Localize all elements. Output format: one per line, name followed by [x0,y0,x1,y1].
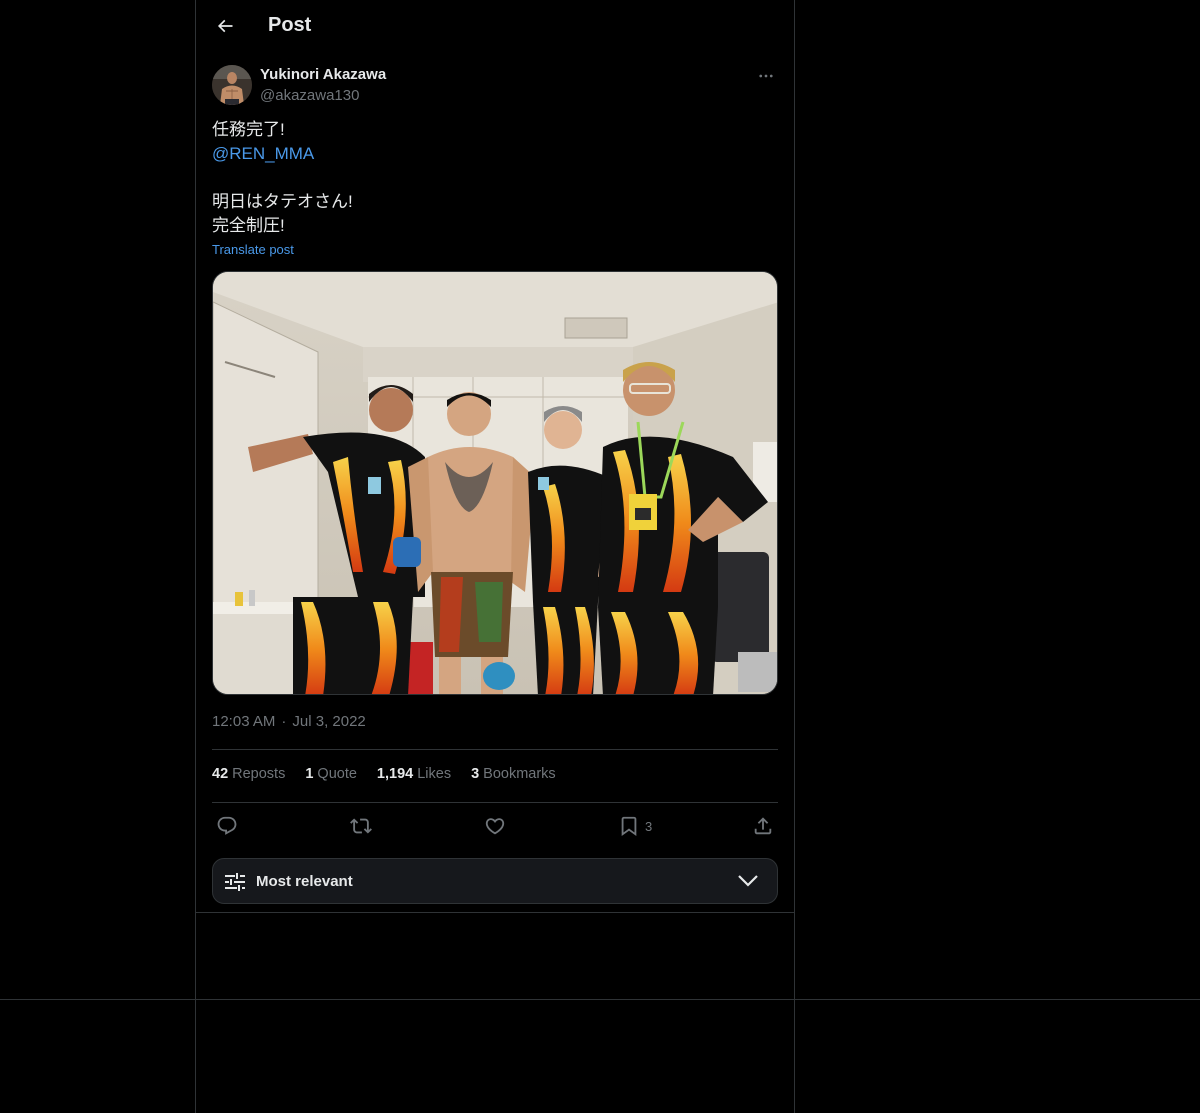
column-divider [195,912,795,913]
likes-stat[interactable]: 1,194 Likes [377,766,451,788]
back-button[interactable] [208,9,242,43]
page: Post Yukinori Akazawa @akazawa130 任務完了! … [0,0,1200,1113]
bookmarks-stat[interactable]: 3 Bookmarks [471,766,556,788]
more-button[interactable] [754,64,778,88]
author-handle[interactable]: @akazawa130 [260,87,359,104]
post-time[interactable]: 12:03 AM [212,713,275,730]
like-button[interactable] [484,812,506,840]
sliders-icon [225,873,245,891]
bookmark-button[interactable]: 3 [618,812,652,840]
repost-button[interactable] [350,812,372,840]
mention-link[interactable]: @REN_MMA [212,142,778,166]
avatar[interactable] [212,65,252,105]
post-date[interactable]: Jul 3, 2022 [292,713,365,730]
stats-divider-bottom [212,802,778,803]
repost-icon [350,818,372,834]
photo-image [213,272,777,694]
post-stats: 42 Reposts 1 Quote 1,194 Likes 3 Bookmarks [212,766,576,788]
stats-divider-top [212,749,778,750]
post-text-line: 明日はタテオさん! [212,192,353,211]
quotes-label: Quote [317,766,357,782]
likes-count: 1,194 [376,766,414,782]
quotes-stat[interactable]: 1 Quote [305,766,357,788]
post-text-line: 完全制圧! [212,216,285,235]
sort-label: Most relevant [256,873,353,890]
chevron-down-icon [738,875,758,887]
post-author: Yukinori Akazawa @akazawa130 [212,64,778,108]
reply-sort-dropdown[interactable]: Most relevant [212,858,778,904]
reposts-label: Reposts [232,766,286,782]
post-photo[interactable] [212,271,778,695]
reposts-stat[interactable]: 42 Reposts [212,766,285,788]
reply-button[interactable] [216,812,238,840]
post-text-line: 任務完了! [212,120,285,139]
avatar-image [212,65,252,105]
bookmark-icon [621,816,637,837]
post-text: 任務完了! @REN_MMA 明日はタテオさん! 完全制圧! [212,118,778,238]
share-button[interactable] [752,812,774,840]
translate-post-link[interactable]: Translate post [212,242,294,257]
page-title: Post [268,14,312,36]
action-bar: 3 [212,812,778,840]
quotes-count: 1 [305,766,314,782]
reposts-count: 42 [212,766,229,782]
share-icon [754,817,772,835]
more-horizontal-icon [759,74,773,78]
heart-icon [485,818,505,835]
likes-label: Likes [417,766,452,782]
post-timestamp: 12:03 AM · Jul 3, 2022 [212,713,366,730]
bookmarks-label: Bookmarks [483,766,556,782]
bookmarks-count: 3 [471,766,480,782]
reply-icon [217,816,237,835]
post-text-line [212,166,778,190]
author-name[interactable]: Yukinori Akazawa [260,66,386,83]
post-header: Post [196,0,793,54]
page-divider [0,999,1200,1000]
timestamp-separator: · [281,713,287,730]
bookmark-count: 3 [645,818,653,834]
arrow-left-icon [217,19,233,33]
